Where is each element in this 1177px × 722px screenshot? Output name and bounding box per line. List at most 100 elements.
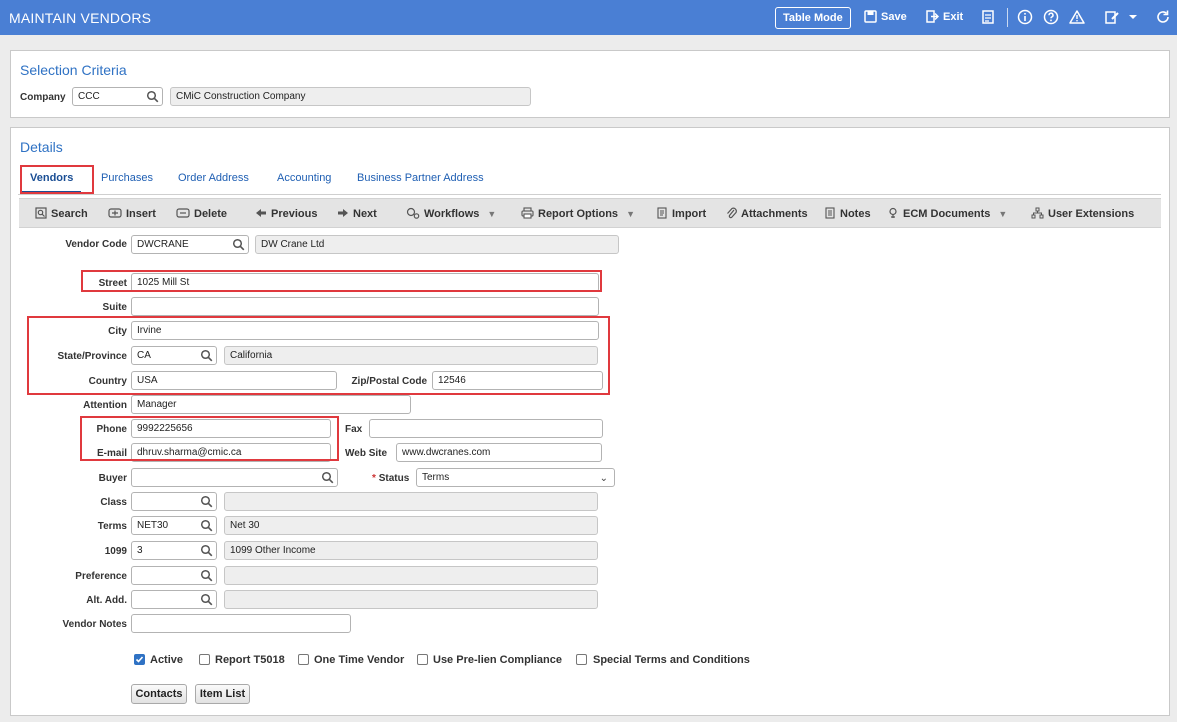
delete-button[interactable]: Delete bbox=[176, 207, 227, 220]
f1099-label: 1099 bbox=[104, 546, 127, 557]
search-label: Search bbox=[51, 208, 88, 220]
vendor-code-input[interactable]: DWCRANE bbox=[131, 235, 249, 254]
class-label: Class bbox=[100, 497, 127, 508]
f1099-input[interactable]: 3 bbox=[131, 541, 217, 560]
import-label: Import bbox=[672, 208, 707, 220]
ecm-icon bbox=[889, 207, 897, 218]
header-divider bbox=[1007, 8, 1008, 27]
notes-button[interactable]: Notes bbox=[824, 207, 871, 220]
table-mode-button[interactable]: Table Mode bbox=[775, 7, 851, 29]
ecm-documents-menu[interactable]: ECM Documents ▼ bbox=[887, 207, 1007, 220]
printer-icon bbox=[521, 207, 534, 219]
app-header: MAINTAIN VENDORS Table Mode Save Exit bbox=[0, 0, 1177, 35]
exit-button[interactable]: Exit bbox=[926, 10, 963, 23]
exit-icon bbox=[926, 10, 940, 23]
website-input[interactable]: www.dwcranes.com bbox=[396, 443, 602, 462]
search-icon[interactable] bbox=[200, 569, 213, 582]
alt-add-input[interactable] bbox=[131, 590, 217, 609]
search-icon bbox=[35, 207, 47, 219]
chevron-down-icon[interactable] bbox=[1128, 9, 1138, 25]
fax-label: Fax bbox=[345, 424, 363, 435]
special-terms-label: Special Terms and Conditions bbox=[593, 654, 750, 666]
terms-label: Terms bbox=[97, 521, 127, 532]
tab-purchases[interactable]: Purchases bbox=[101, 172, 153, 184]
report-options-label: Report Options bbox=[538, 208, 619, 220]
tab-accounting[interactable]: Accounting bbox=[277, 172, 331, 184]
insert-button[interactable]: Insert bbox=[108, 207, 156, 220]
alt-add-name-field bbox=[224, 590, 598, 609]
record-toolbar: Search Insert Delete Previous Next Workf… bbox=[19, 198, 1161, 228]
help-icon[interactable] bbox=[1043, 9, 1059, 25]
import-icon bbox=[657, 207, 667, 219]
selection-criteria-panel bbox=[10, 50, 1170, 118]
special-terms-checkbox[interactable] bbox=[576, 654, 587, 665]
status-select[interactable]: Terms ⌄ bbox=[416, 468, 615, 487]
warning-icon[interactable] bbox=[1069, 9, 1085, 25]
item-list-button[interactable]: Item List bbox=[195, 684, 250, 704]
preference-input[interactable] bbox=[131, 566, 217, 585]
highlight-address-block bbox=[27, 316, 610, 395]
vendor-code-value: DWCRANE bbox=[137, 239, 189, 250]
status-label-text: Status bbox=[378, 473, 410, 484]
checkmark-icon bbox=[135, 656, 144, 663]
workflows-menu[interactable]: Workflows ▼ bbox=[406, 207, 496, 220]
vendor-name-field: DW Crane Ltd bbox=[255, 235, 619, 254]
company-code-value: CCC bbox=[78, 91, 100, 102]
report-options-menu[interactable]: Report Options ▼ bbox=[521, 207, 635, 220]
report-icon[interactable] bbox=[980, 9, 996, 25]
required-marker: * bbox=[372, 473, 376, 484]
next-button[interactable]: Next bbox=[337, 207, 377, 220]
import-button[interactable]: Import bbox=[656, 207, 706, 220]
paperclip-icon bbox=[727, 207, 737, 219]
search-icon[interactable] bbox=[146, 90, 159, 103]
refresh-icon[interactable] bbox=[1155, 9, 1171, 25]
fax-input[interactable] bbox=[369, 419, 603, 438]
company-code-input[interactable]: CCC bbox=[72, 87, 163, 106]
contacts-button[interactable]: Contacts bbox=[131, 684, 187, 704]
chevron-down-icon: ▼ bbox=[998, 209, 1008, 219]
tab-order-address[interactable]: Order Address bbox=[178, 172, 249, 184]
status-value: Terms bbox=[422, 472, 450, 483]
tab-business-partner-address[interactable]: Business Partner Address bbox=[357, 172, 484, 184]
edit-icon[interactable] bbox=[1104, 9, 1120, 25]
info-icon[interactable] bbox=[1017, 9, 1033, 25]
buyer-input[interactable] bbox=[131, 468, 338, 487]
search-icon[interactable] bbox=[200, 544, 213, 557]
search-icon[interactable] bbox=[232, 238, 245, 251]
pre-lien-compliance-label: Use Pre-lien Compliance bbox=[433, 654, 562, 666]
terms-input[interactable]: NET30 bbox=[131, 516, 217, 535]
search-icon[interactable] bbox=[200, 593, 213, 606]
details-title: Details bbox=[20, 139, 63, 155]
class-input[interactable] bbox=[131, 492, 217, 511]
attention-label: Attention bbox=[83, 400, 127, 411]
pre-lien-compliance-checkbox[interactable] bbox=[417, 654, 428, 665]
active-checkbox[interactable] bbox=[134, 654, 145, 665]
alt-add-label: Alt. Add. bbox=[86, 595, 127, 606]
report-t5018-checkbox[interactable] bbox=[199, 654, 210, 665]
save-button[interactable]: Save bbox=[864, 10, 907, 23]
user-extensions-button[interactable]: User Extensions bbox=[1031, 207, 1134, 220]
preference-label: Preference bbox=[75, 571, 127, 582]
attachments-label: Attachments bbox=[741, 208, 808, 220]
vendor-notes-input[interactable] bbox=[131, 614, 351, 633]
one-time-vendor-checkbox[interactable] bbox=[298, 654, 309, 665]
search-icon[interactable] bbox=[321, 471, 334, 484]
notes-label: Notes bbox=[840, 208, 871, 220]
tab-divider bbox=[18, 194, 1161, 195]
previous-button[interactable]: Previous bbox=[255, 207, 317, 220]
user-extensions-label: User Extensions bbox=[1048, 208, 1135, 220]
search-button[interactable]: Search bbox=[35, 207, 88, 220]
website-label: Web Site bbox=[345, 448, 388, 459]
terms-value: NET30 bbox=[137, 520, 169, 531]
suite-label: Suite bbox=[102, 302, 127, 313]
attachments-button[interactable]: Attachments bbox=[725, 207, 808, 220]
one-time-vendor-label: One Time Vendor bbox=[314, 654, 405, 666]
attention-input[interactable]: Manager bbox=[131, 395, 411, 414]
suite-input[interactable] bbox=[131, 297, 599, 316]
exit-label: Exit bbox=[943, 11, 964, 23]
search-icon[interactable] bbox=[200, 495, 213, 508]
search-icon[interactable] bbox=[200, 519, 213, 532]
f1099-value: 3 bbox=[137, 545, 143, 556]
f1099-name-field: 1099 Other Income bbox=[224, 541, 598, 560]
insert-label: Insert bbox=[126, 208, 156, 220]
